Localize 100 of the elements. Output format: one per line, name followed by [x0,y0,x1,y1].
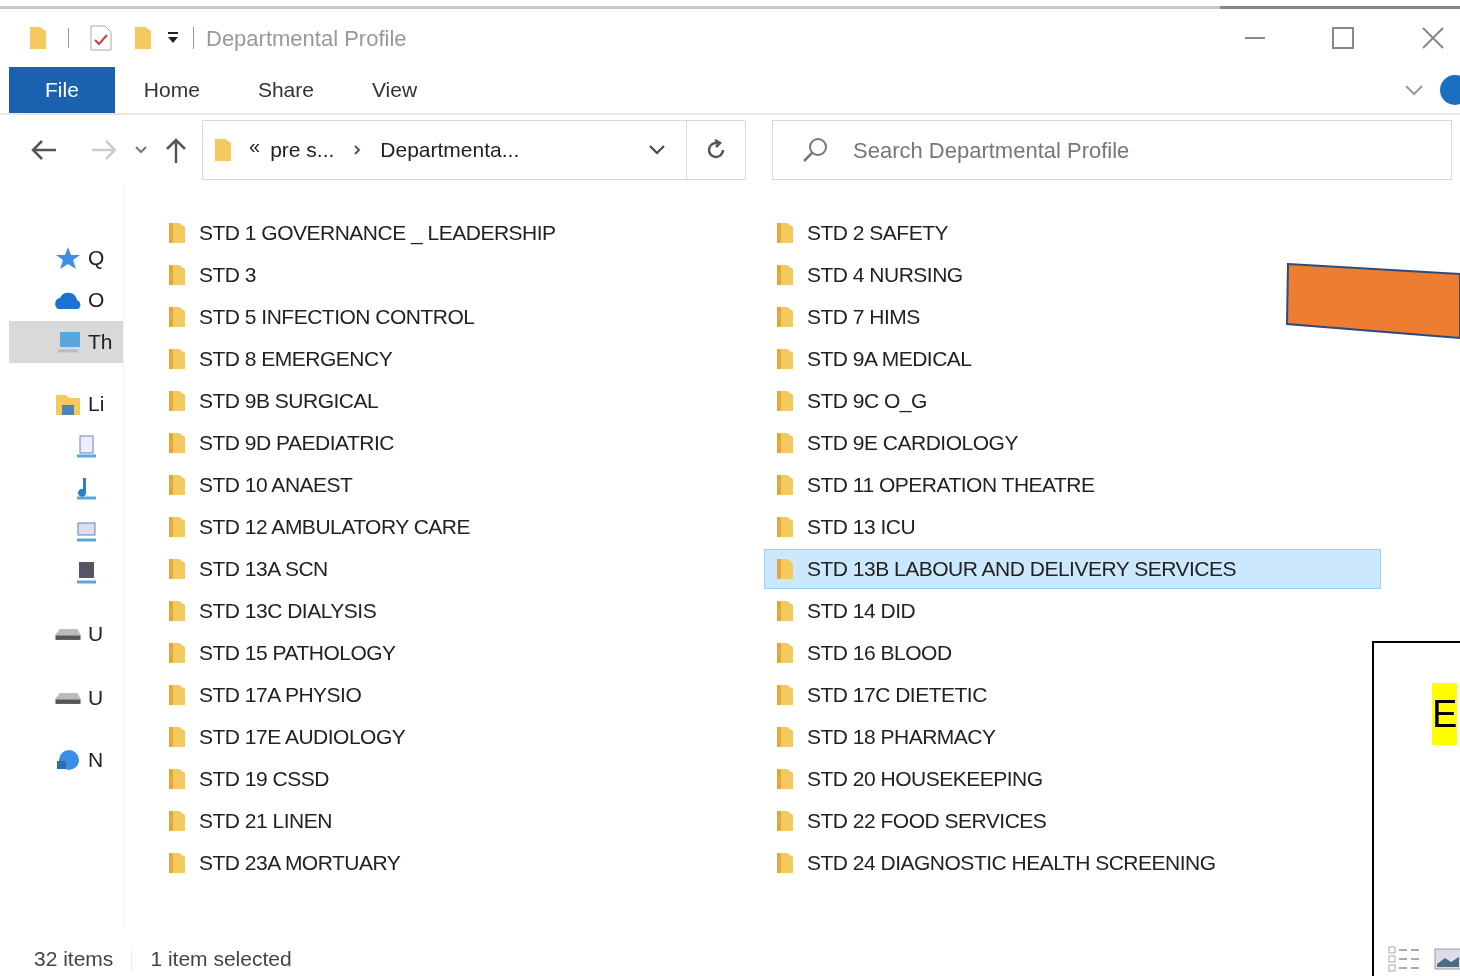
folder-icon [167,389,187,413]
nav-item[interactable]: Th [9,321,123,363]
nav-item[interactable]: N [9,739,123,781]
window-title: Departmental Profile [206,24,407,53]
nav-item[interactable]: Li [9,383,123,425]
folder-item[interactable]: STD 5 INFECTION CONTROL [156,297,486,337]
folder-item[interactable]: STD 4 NURSING [764,255,974,295]
folder-item[interactable]: STD 18 PHARMACY [764,717,1007,757]
properties-icon[interactable] [89,24,113,52]
back-icon[interactable] [30,138,58,162]
folder-item[interactable]: STD 20 HOUSEKEEPING [764,759,1054,799]
folder-item[interactable]: STD 13A SCN [156,549,339,589]
folder-icon [775,767,795,791]
drive-icon [54,627,82,641]
nav-item[interactable]: U [9,677,123,719]
folder-item[interactable]: STD 13B LABOUR AND DELIVERY SERVICES [764,549,1381,589]
folder-icon [167,305,187,329]
folder-icon [775,221,795,245]
folder-name: STD 9B SURGICAL [199,388,379,415]
folder-name: STD 19 CSSD [199,766,329,793]
folder-item[interactable]: STD 9A MEDICAL [764,339,983,379]
folder-item[interactable]: STD 8 EMERGENCY [156,339,404,379]
folder-icon [775,725,795,749]
folder-item[interactable]: STD 17A PHYSIO [156,675,373,715]
folder-item[interactable]: STD 17C DIETETIC [764,675,998,715]
folder-item[interactable]: STD 7 HIMS [764,297,931,337]
folder-name: STD 17C DIETETIC [807,682,987,709]
folder-icon [775,557,795,581]
folder-item[interactable]: STD 1 GOVERNANCE _ LEADERSHIP [156,213,567,253]
recent-caret-icon[interactable] [134,145,148,155]
folder-item[interactable]: STD 3 [156,255,267,295]
folder-item[interactable]: STD 9B SURGICAL [156,381,390,421]
folder-item[interactable]: STD 12 AMBULATORY CARE [156,507,482,547]
folder-item[interactable]: STD 17E AUDIOLOGY [156,717,417,757]
folder-name: STD 14 DID [807,598,916,625]
folder-icon [775,263,795,287]
folder-name: STD 5 INFECTION CONTROL [199,304,475,331]
folder-icon [167,221,187,245]
selection-count: 1 item selected [150,946,292,973]
folder-item[interactable]: STD 10 ANAEST [156,465,364,505]
folder-icon [167,431,187,455]
folder-name: STD 2 SAFETY [807,220,949,247]
folder-icon [775,473,795,497]
folder-item[interactable]: STD 16 BLOOD [764,633,963,673]
folder-item[interactable]: STD 24 DIAGNOSTIC HEALTH SCREENING [764,843,1227,883]
breadcrumb-chevron-icon[interactable] [352,144,363,156]
folder-item[interactable]: STD 15 PATHOLOGY [156,633,407,673]
breadcrumb[interactable]: pre s... [270,134,335,166]
nav-item[interactable]: O [9,279,123,321]
details-view-icon[interactable] [1388,946,1422,972]
folder-item[interactable]: STD 9E CARDIOLOGY [764,423,1029,463]
ribbon-tab[interactable]: Home [114,67,229,113]
folder-item[interactable]: STD 11 OPERATION THEATRE [764,465,1106,505]
up-icon[interactable] [164,136,188,164]
folder-name: STD 22 FOOD SERVICES [807,808,1047,835]
folder-icon [167,347,187,371]
folder-icon [167,263,187,287]
folder-name: STD 13C DIALYSIS [199,598,377,625]
folder-name: STD 10 ANAEST [199,472,353,499]
folder-name: STD 4 NURSING [807,262,963,289]
folder-item[interactable]: STD 23A MORTUARY [156,843,412,883]
close-icon[interactable] [1422,27,1444,49]
folder-item[interactable]: STD 19 CSSD [156,759,340,799]
folder-item[interactable]: STD 9C O_G [764,381,938,421]
breadcrumb[interactable]: Departmenta... [380,134,520,166]
large-icons-view-icon[interactable] [1434,948,1460,970]
folder-icon [167,767,187,791]
nav-item[interactable]: U [9,613,123,655]
folder-item[interactable]: STD 14 DID [764,591,927,631]
folder-name: STD 21 LINEN [199,808,332,835]
folder-icon [167,599,187,623]
folder-icon [167,725,187,749]
folder-item[interactable]: STD 2 SAFETY [764,213,960,253]
folder-name: STD 11 OPERATION THEATRE [807,472,1095,499]
maximize-icon[interactable] [1332,27,1354,49]
folder-name: STD 24 DIAGNOSTIC HEALTH SCREENING [807,850,1216,877]
nav-label: U [88,621,104,648]
nav-label: Th [88,329,113,356]
expand-ribbon-icon[interactable] [1404,84,1424,96]
folder-name: STD 12 AMBULATORY CARE [199,514,471,541]
dropdown-caret-icon[interactable] [648,144,666,156]
folder-name: STD 23A MORTUARY [199,850,401,877]
folder-item[interactable]: STD 9D PAEDIATRIC [156,423,405,463]
folder-icon [167,641,187,665]
address-bar[interactable]: « pre s... Departmenta... [202,120,746,180]
overflow-chevron[interactable]: « [249,131,261,161]
folder-icon [775,809,795,833]
ribbon-tab[interactable]: File [9,67,115,113]
folder-icon [775,599,795,623]
folder-item[interactable]: STD 22 FOOD SERVICES [764,801,1058,841]
folder-item[interactable]: STD 21 LINEN [156,801,343,841]
search-field[interactable]: Search Departmental Profile [772,120,1452,180]
folder-icon [167,809,187,833]
folder-name: STD 9C O_G [807,388,927,415]
ribbon-tab[interactable]: Share [228,67,343,113]
folder-icon [775,641,795,665]
ribbon-tab[interactable]: View [342,67,447,113]
nav-item[interactable]: Q [9,237,123,279]
folder-item[interactable]: STD 13 ICU [764,507,927,547]
folder-item[interactable]: STD 13C DIALYSIS [156,591,388,631]
